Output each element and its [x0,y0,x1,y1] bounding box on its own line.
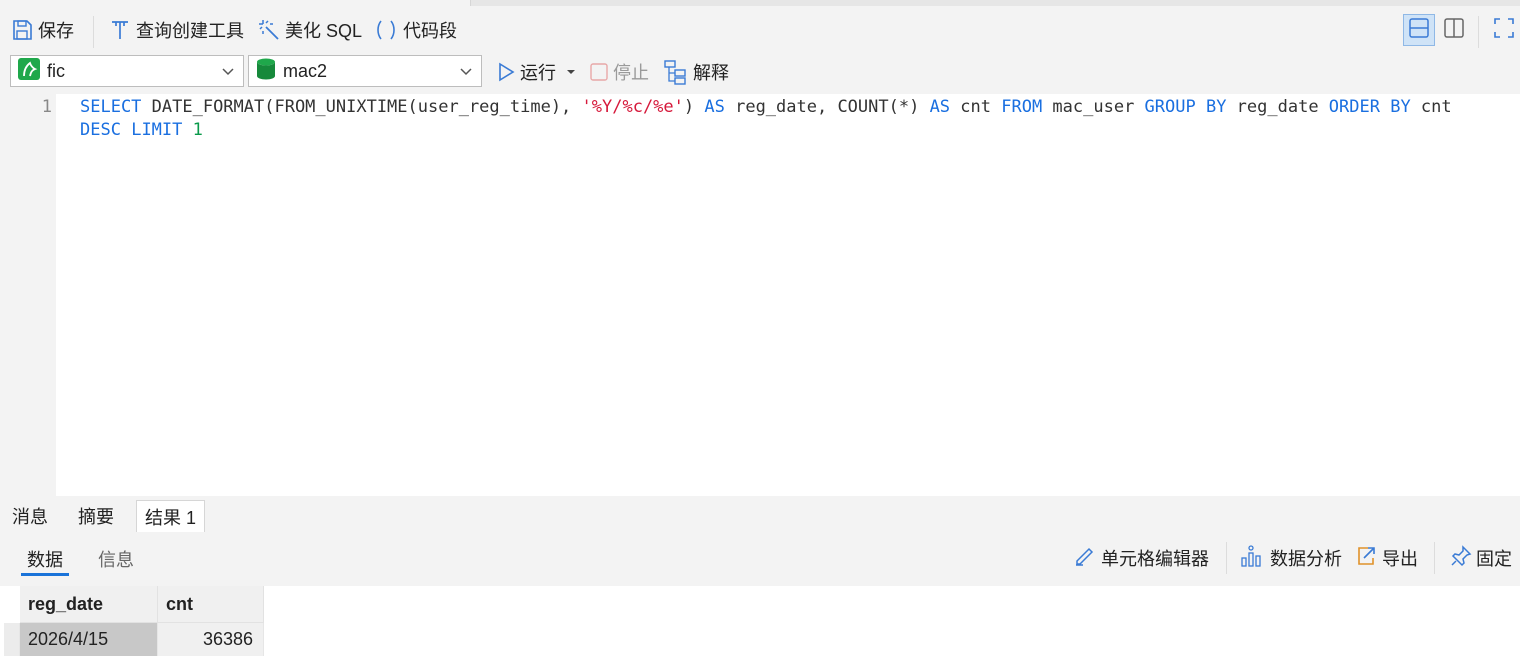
tab-label: 消息 [12,507,48,527]
parentheses-icon [373,18,399,42]
play-icon [496,61,516,83]
active-editor-tab[interactable] [0,0,471,6]
mysql-connection-icon [17,57,41,86]
sql-token: cnt [950,97,1002,117]
chevron-down-icon [221,61,235,82]
export-icon [1354,544,1378,573]
result-subtab-bar: 数据 信息 单元格编辑器 数据分析 导出 固定 [0,532,1520,586]
layout-vertical-split-button[interactable] [1438,14,1470,46]
database-select[interactable]: mac2 [248,55,482,87]
query-builder-icon [108,18,132,42]
magic-wand-icon [257,18,281,42]
toolbar-divider [93,16,94,48]
toolbar-divider [1226,542,1227,574]
explain-icon [663,59,689,85]
result-tab-bar: 消息 摘要 结果 1 [0,498,1520,532]
data-analysis-label: 数据分析 [1270,549,1342,569]
code-snippet-label: 代码段 [403,21,457,41]
database-value: mac2 [283,60,328,81]
chevron-down-icon [459,61,473,82]
database-icon [255,57,277,86]
stop-icon [589,62,609,82]
fullscreen-icon [1493,17,1515,44]
query-builder-button[interactable]: 查询创建工具 [108,8,244,52]
table-cell-reg-date[interactable]: 2026/4/15 [20,623,158,656]
sql-code[interactable]: SELECT DATE_FORMAT(FROM_UNIXTIME(user_re… [80,96,1500,142]
code-snippet-button[interactable]: 代码段 [373,8,457,52]
column-header-reg-date[interactable]: reg_date [20,586,158,623]
pin-icon [1450,544,1472,572]
sql-token: cnt [1410,97,1462,117]
tab-messages[interactable]: 消息 [4,500,56,532]
stop-label: 停止 [613,63,649,83]
sql-token: 1 [192,120,203,140]
save-label: 保存 [38,21,74,41]
sql-token: mac_user [1042,97,1145,117]
query-builder-label: 查询创建工具 [136,21,244,41]
connection-value: fic [47,60,65,81]
sql-token: ORDER BY [1328,97,1411,117]
caret-down-icon[interactable] [566,68,576,76]
horizontal-split-icon [1408,17,1430,44]
pin-button[interactable]: 固定 [1450,540,1512,576]
tab-label: 结果 1 [145,507,197,528]
line-number-gutter: 1 [4,94,56,496]
fullscreen-button[interactable] [1488,14,1520,46]
main-toolbar: 保存 查询创建工具 美化 SQL 代码段 [0,8,1520,52]
explain-label: 解释 [693,63,729,83]
active-subtab-indicator [21,573,69,576]
tab-label: 摘要 [78,507,114,527]
beautify-sql-button[interactable]: 美化 SQL [257,8,362,52]
sql-token: SELECT [80,97,142,117]
sql-token: AS [929,97,951,117]
bar-chart-icon [1240,544,1266,573]
tab-result-1[interactable]: 结果 1 [136,500,206,532]
column-header-cnt[interactable]: cnt [158,586,264,623]
export-button[interactable]: 导出 [1354,540,1418,576]
connection-select[interactable]: fic [10,55,244,87]
subtab-data[interactable]: 数据 [27,546,63,572]
layout-horizontal-split-button[interactable] [1403,14,1435,46]
editor-tab-strip [0,0,1520,6]
sql-token: GROUP BY [1144,97,1227,117]
sql-token: AS [704,97,725,117]
stop-button[interactable]: 停止 [589,54,649,90]
beautify-sql-label: 美化 SQL [285,21,363,41]
toolbar-divider [1478,16,1479,48]
pin-label: 固定 [1476,549,1512,569]
sql-token: '%Y/%c/%e' [581,97,684,117]
run-toolbar: fic mac2 运行 停止 解释 [0,54,1520,90]
export-label: 导出 [1382,549,1418,569]
sql-token: ) [683,97,705,117]
explain-button[interactable]: 解释 [663,54,729,90]
sql-token: reg_date, COUNT(*) [724,97,930,117]
subtab-info[interactable]: 信息 [98,546,134,572]
sql-token: reg_date [1226,97,1329,117]
cell-editor-button[interactable]: 单元格编辑器 [1073,540,1209,576]
run-label: 运行 [520,63,556,83]
save-button[interactable]: 保存 [10,8,74,52]
table-cell-cnt[interactable]: 36386 [158,623,264,656]
save-icon [10,18,34,42]
run-button[interactable]: 运行 [496,54,576,90]
edit-pencil-icon [1073,544,1097,573]
sql-token: FROM [1001,97,1043,117]
data-analysis-button[interactable]: 数据分析 [1240,540,1342,576]
line-number: 1 [41,97,52,117]
sql-token: DESC [80,120,121,140]
tab-summary[interactable]: 摘要 [70,500,122,532]
sql-editor[interactable]: 1 SELECT DATE_FORMAT(FROM_UNIXTIME(user_… [4,94,1520,496]
toolbar-divider [1434,542,1435,574]
cell-editor-label: 单元格编辑器 [1101,549,1209,569]
sql-token: LIMIT [131,120,183,140]
row-selector[interactable] [4,623,20,656]
vertical-split-icon [1443,17,1465,44]
result-panel: 数据 信息 单元格编辑器 数据分析 导出 固定 reg_date cnt 202… [0,532,1520,669]
sql-token: DATE_FORMAT(FROM_UNIXTIME(user_reg_time)… [141,97,582,117]
